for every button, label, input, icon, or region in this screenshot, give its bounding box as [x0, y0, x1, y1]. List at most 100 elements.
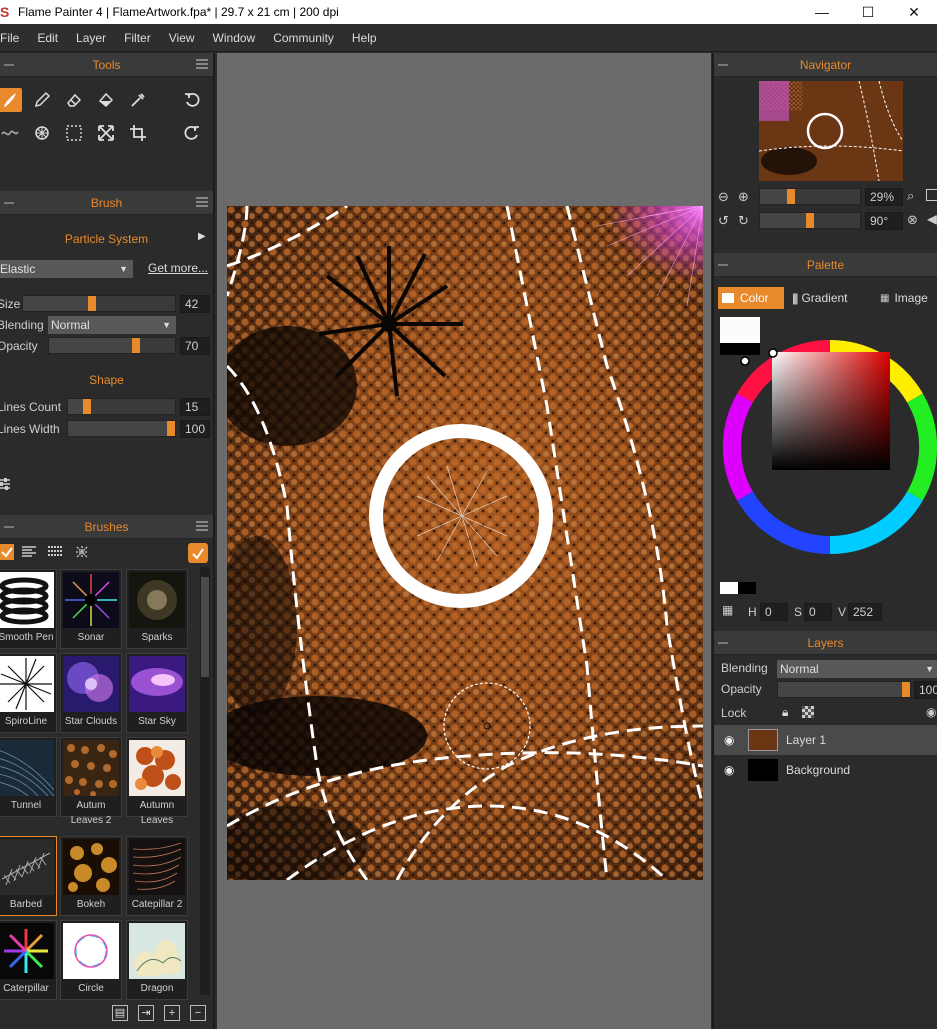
grid-view-icon[interactable] — [48, 546, 62, 561]
size-slider-knob[interactable] — [87, 296, 96, 311]
brushes-scrollbar[interactable] — [200, 567, 210, 995]
brush-preset-catepillar-2[interactable]: Catepillar 2 — [126, 836, 188, 916]
lines-count-value-field[interactable]: 15 — [180, 398, 210, 416]
layer-row[interactable]: ◉ Background — [714, 755, 937, 785]
eraser-tool-icon[interactable] — [62, 88, 86, 112]
tab-image[interactable]: ▦ Image — [876, 287, 937, 309]
collapse-icon[interactable] — [4, 202, 14, 204]
s-value-field[interactable]: 0 — [804, 603, 832, 621]
collapse-icon[interactable] — [718, 642, 728, 644]
rotate-right-icon[interactable]: ↻ — [738, 213, 749, 229]
maximize-button[interactable]: ☐ — [845, 0, 891, 24]
brush-preset-smooth-pen[interactable]: Smooth Pen — [0, 569, 57, 649]
menu-filter[interactable]: Filter — [115, 31, 160, 45]
smudge-tool-icon[interactable] — [0, 121, 22, 145]
rotation-slider-knob[interactable] — [806, 213, 814, 228]
lock-icon[interactable]: 🔒︎ — [782, 705, 788, 720]
zoom-fit-icon[interactable]: ⌕ — [907, 188, 914, 204]
close-button[interactable]: ✕ — [891, 0, 937, 24]
play-arrow-icon[interactable]: ▶ — [198, 231, 206, 242]
collapse-icon[interactable] — [4, 64, 14, 66]
menu-file[interactable]: File — [0, 31, 28, 45]
navigator-preview[interactable] — [759, 81, 903, 181]
brush-preset-barbed[interactable]: Barbed — [0, 836, 57, 916]
mini-secondary-swatch[interactable] — [738, 582, 756, 594]
layer-blending-dropdown[interactable]: Normal ▼ — [777, 660, 937, 678]
brush-preset-autumn-leaves[interactable]: Autumn Leaves — [126, 737, 188, 826]
lines-width-slider-knob[interactable] — [167, 421, 175, 436]
import-brush-icon[interactable]: ▤ — [112, 1005, 128, 1021]
zoom-in-icon[interactable]: ⊕ — [738, 189, 749, 205]
opacity-slider-knob[interactable] — [131, 338, 140, 353]
color-wheel[interactable] — [720, 337, 937, 557]
lines-width-slider[interactable] — [67, 420, 176, 437]
layer-opacity-slider-knob[interactable] — [902, 682, 910, 697]
menu-layer[interactable]: Layer — [67, 31, 115, 45]
eye-icon[interactable]: ◉ — [724, 763, 742, 777]
rotation-slider[interactable] — [759, 212, 861, 229]
get-more-link[interactable]: Get more... — [148, 261, 208, 275]
lines-count-slider[interactable] — [67, 398, 176, 415]
zoom-out-icon[interactable]: ⊖ — [718, 189, 729, 205]
zoom-slider[interactable] — [759, 188, 861, 205]
favorites-filter-icon[interactable] — [0, 544, 14, 560]
brush-preset-circle[interactable]: Circle — [60, 920, 122, 1000]
menu-view[interactable]: View — [160, 31, 204, 45]
brush-preset-dropdown[interactable]: Elastic ▼ — [0, 260, 133, 278]
lock-transparency-icon[interactable] — [802, 706, 814, 718]
reset-rotation-icon[interactable]: ⊗ — [907, 212, 918, 228]
opacity-value-field[interactable]: 70 — [180, 337, 210, 355]
h-value-field[interactable]: 0 — [760, 603, 788, 621]
collapse-icon[interactable] — [4, 526, 14, 528]
tab-gradient[interactable]: |||| Gradient — [788, 287, 872, 309]
brush-preset-star-sky[interactable]: Star Sky — [126, 653, 188, 733]
brush-opacity-slider[interactable] — [48, 337, 176, 354]
menu-window[interactable]: Window — [204, 31, 265, 45]
menu-community[interactable]: Community — [264, 31, 343, 45]
fullscreen-icon[interactable] — [926, 189, 937, 201]
undo-icon[interactable] — [180, 88, 204, 112]
brush-preset-autum-leaves-2[interactable]: Autum Leaves 2 — [60, 737, 122, 826]
lines-width-value-field[interactable]: 100 — [180, 420, 210, 438]
add-brush-icon[interactable]: + — [164, 1005, 180, 1021]
visibility-icon[interactable]: ◉ — [926, 705, 936, 719]
brush-engine-name[interactable]: Particle System — [0, 232, 213, 246]
menu-help[interactable]: Help — [343, 31, 386, 45]
zoom-slider-knob[interactable] — [786, 189, 795, 204]
selection-tool-icon[interactable] — [62, 121, 86, 145]
brush-tool-icon[interactable] — [0, 88, 22, 112]
menu-edit[interactable]: Edit — [28, 31, 67, 45]
size-value-field[interactable]: 42 — [180, 295, 210, 313]
brush-settings-icon[interactable] — [0, 477, 12, 494]
brush-blending-dropdown[interactable]: Normal ▼ — [48, 316, 176, 334]
brush-preset-spiroline[interactable]: SpiroLine — [0, 653, 57, 733]
redo-icon[interactable] — [180, 121, 204, 145]
brush-preset-caterpillar[interactable]: Caterpillar — [0, 920, 57, 1000]
eyedropper-tool-icon[interactable] — [126, 88, 150, 112]
layer-opacity-value-field[interactable]: 100 — [914, 681, 937, 699]
brush-preset-sonar[interactable]: Sonar — [60, 569, 122, 649]
swatches-grid-icon[interactable]: ▦ — [722, 603, 733, 617]
thumbnail-view-icon[interactable] — [75, 545, 89, 562]
collapse-icon[interactable] — [718, 64, 728, 66]
zoom-value-field[interactable]: 29% — [865, 188, 903, 206]
brush-preset-bokeh[interactable]: Bokeh — [60, 836, 122, 916]
export-brush-icon[interactable]: ⇥ — [138, 1005, 154, 1021]
lines-count-slider-knob[interactable] — [82, 399, 91, 414]
collapse-icon[interactable] — [718, 264, 728, 266]
mini-primary-swatch[interactable] — [720, 582, 738, 594]
panel-menu-icon[interactable] — [196, 59, 208, 69]
fill-tool-icon[interactable] — [94, 88, 118, 112]
brush-preset-dragon[interactable]: Dragon — [126, 920, 188, 1000]
remove-brush-icon[interactable]: − — [190, 1005, 206, 1021]
v-value-field[interactable]: 252 — [848, 603, 882, 621]
layer-opacity-slider[interactable] — [777, 681, 911, 698]
list-view-icon[interactable] — [22, 546, 36, 561]
flip-icon[interactable]: ◀▶ — [927, 212, 937, 226]
symmetry-tool-icon[interactable] — [30, 121, 54, 145]
brush-preset-tunnel[interactable]: Tunnel — [0, 737, 57, 817]
minimize-button[interactable]: — — [799, 0, 845, 24]
brush-preset-sparks[interactable]: Sparks — [126, 569, 188, 649]
artwork-canvas[interactable] — [227, 206, 703, 880]
eye-icon[interactable]: ◉ — [724, 733, 742, 747]
